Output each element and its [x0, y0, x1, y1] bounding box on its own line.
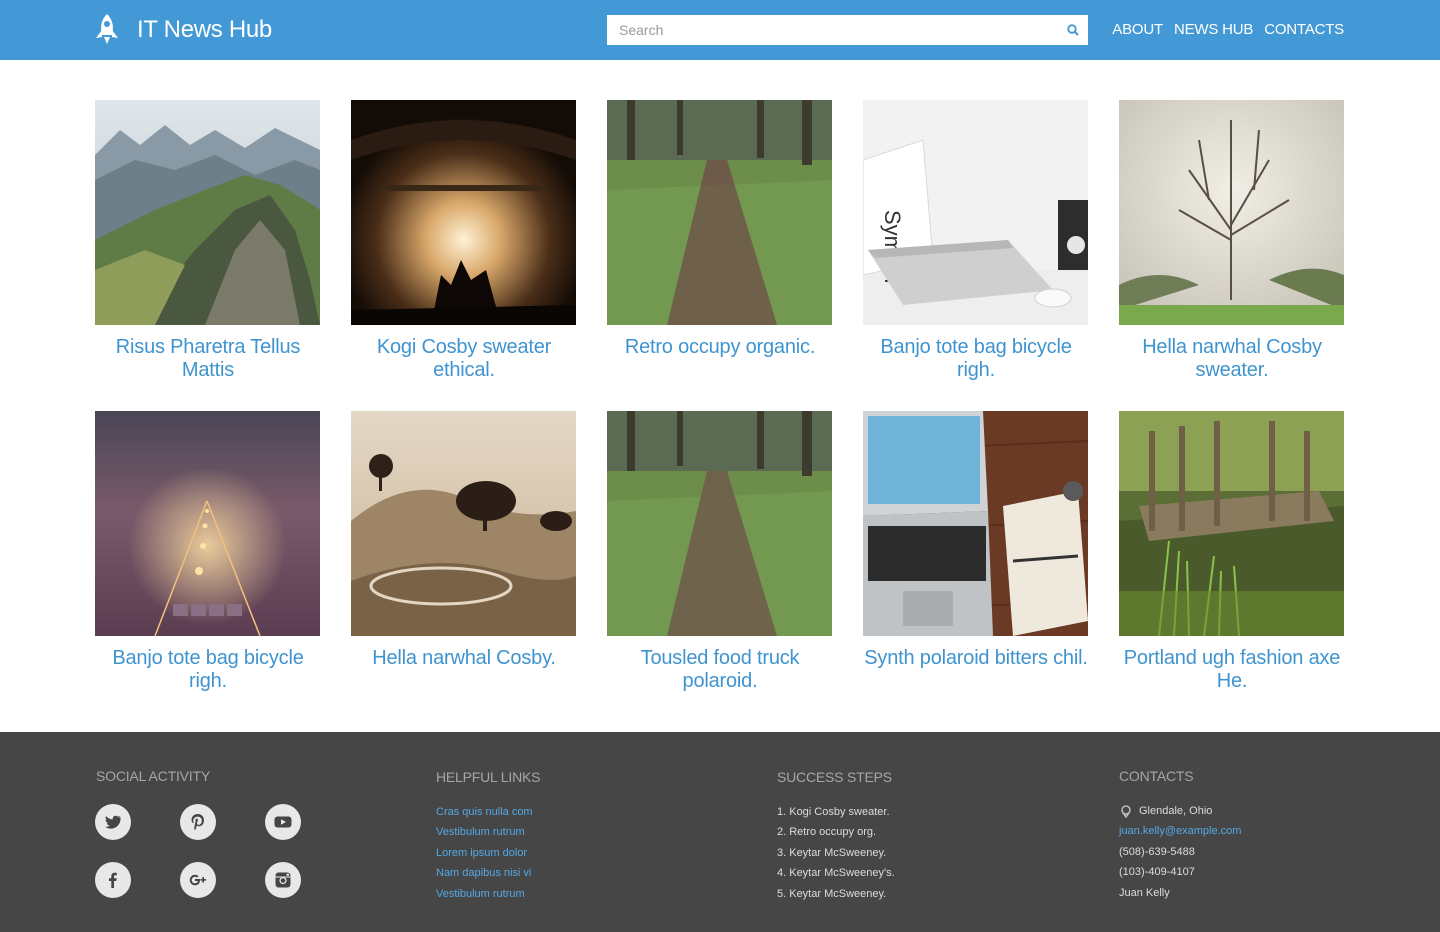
- tile-caption[interactable]: Kogi Cosby sweater ethical.: [351, 336, 577, 382]
- tile-caption[interactable]: Retro occupy organic.: [607, 336, 833, 359]
- footer-heading: SUCCESS STEPS: [777, 769, 892, 785]
- forest-path-photo[interactable]: [607, 411, 832, 636]
- site-brand[interactable]: IT News Hub: [137, 16, 272, 44]
- location-pin-icon: [1121, 805, 1131, 819]
- step-item: 3. Keytar McSweeney.: [777, 846, 887, 859]
- search-input[interactable]: [607, 15, 1057, 45]
- news-tile[interactable]: Retro occupy organic.: [607, 100, 833, 359]
- nav-news-hub[interactable]: NEWS HUB: [1174, 21, 1253, 38]
- step-item: 2. Retro occupy org.: [777, 826, 877, 839]
- google-plus-icon[interactable]: [180, 862, 216, 898]
- tile-caption[interactable]: Portland ugh fashion axe He.: [1119, 647, 1345, 693]
- search-box: [607, 15, 1088, 45]
- search-icon[interactable]: [1066, 23, 1080, 37]
- tile-caption[interactable]: Hella narwhal Cosby sweater.: [1119, 336, 1345, 382]
- tile-caption[interactable]: Risus Pharetra Tellus Mattis: [95, 336, 321, 382]
- news-tile[interactable]: Hella narwhal Cosby.: [351, 411, 577, 670]
- mountain-ridge-photo[interactable]: [95, 100, 320, 325]
- youtube-icon[interactable]: [265, 804, 301, 840]
- tile-caption[interactable]: Banjo tote bag bicycle righ.: [95, 647, 321, 693]
- tile-caption[interactable]: Hella narwhal Cosby.: [351, 647, 577, 670]
- footer-link[interactable]: Lorem ipsum dolor: [436, 847, 527, 859]
- nav-contacts[interactable]: CONTACTS: [1264, 21, 1344, 38]
- news-tile[interactable]: Risus Pharetra Tellus Mattis: [95, 100, 321, 382]
- footer-contacts: CONTACTS Glendale, Ohio juan.kelly@examp…: [1119, 768, 1241, 903]
- footer-link[interactable]: Cras quis nulla com: [436, 806, 533, 818]
- wooden-pier-photo[interactable]: [1119, 411, 1344, 636]
- news-tile[interactable]: Symbol Banjo tote bag bicycle righ.: [863, 100, 1089, 382]
- step-item: 1. Kogi Cosby sweater.: [777, 806, 890, 818]
- news-tile[interactable]: Banjo tote bag bicycle righ.: [95, 411, 321, 693]
- main-nav: ABOUT NEWS HUB CONTACTS: [1112, 21, 1344, 38]
- step-item: 5. Keytar McSweeney.: [777, 887, 887, 900]
- facebook-icon[interactable]: [95, 862, 131, 898]
- news-tile[interactable]: Synth polaroid bitters chil.: [863, 411, 1089, 670]
- contact-email[interactable]: juan.kelly@example.com: [1119, 825, 1241, 837]
- pinterest-icon[interactable]: [180, 804, 216, 840]
- footer-heading: HELPFUL LINKS: [436, 769, 541, 785]
- footer-link[interactable]: Vestibulum rutrum: [436, 888, 525, 900]
- news-tile[interactable]: Kogi Cosby sweater ethical.: [351, 100, 577, 382]
- footer-link[interactable]: Nam dapibus nisi vi: [436, 867, 531, 879]
- footer-links: HELPFUL LINKS Cras quis nulla com Vestib…: [436, 769, 540, 904]
- news-tile[interactable]: Hella narwhal Cosby sweater.: [1119, 100, 1345, 382]
- step-item: 4. Keytar McSweeney's.: [777, 867, 895, 880]
- bare-tree-photo[interactable]: [1119, 100, 1344, 325]
- tile-caption[interactable]: Banjo tote bag bicycle righ.: [863, 336, 1089, 382]
- footer-steps: SUCCESS STEPS 1. Kogi Cosby sweater. 2. …: [777, 769, 895, 904]
- foggy-railway-photo[interactable]: [95, 411, 320, 636]
- contact-phone: (508)-639-5488: [1119, 845, 1195, 858]
- footer-heading: SOCIAL ACTIVITY: [96, 768, 210, 784]
- sepia-hills-photo[interactable]: [351, 411, 576, 636]
- contact-phone: (103)-409-4107: [1119, 866, 1195, 879]
- forest-path-photo[interactable]: [607, 100, 832, 325]
- news-tile[interactable]: Portland ugh fashion axe He.: [1119, 411, 1345, 693]
- site-footer: SOCIAL ACTIVITY HELPFUL LINKS Cras quis …: [0, 732, 1440, 932]
- news-tile[interactable]: Tousled food truck polaroid.: [607, 411, 833, 693]
- tile-caption[interactable]: Tousled food truck polaroid.: [607, 647, 833, 693]
- footer-link[interactable]: Vestibulum rutrum: [436, 826, 525, 838]
- contact-name: Juan Kelly: [1119, 886, 1170, 899]
- footer-social: SOCIAL ACTIVITY: [96, 768, 210, 784]
- footer-heading: CONTACTS: [1119, 768, 1194, 784]
- rocket-icon[interactable]: [93, 13, 121, 47]
- nav-about[interactable]: ABOUT: [1112, 21, 1163, 38]
- laptop-desk-photo[interactable]: Symbol: [863, 100, 1088, 325]
- tile-caption[interactable]: Synth polaroid bitters chil.: [863, 647, 1089, 670]
- instagram-icon[interactable]: [265, 862, 301, 898]
- twitter-icon[interactable]: [95, 804, 131, 840]
- contact-location: Glendale, Ohio: [1139, 805, 1213, 817]
- site-header: IT News Hub ABOUT NEWS HUB CONTACTS: [0, 0, 1440, 60]
- concert-stage-photo[interactable]: [351, 100, 576, 325]
- laptop-notebook-photo[interactable]: [863, 411, 1088, 636]
